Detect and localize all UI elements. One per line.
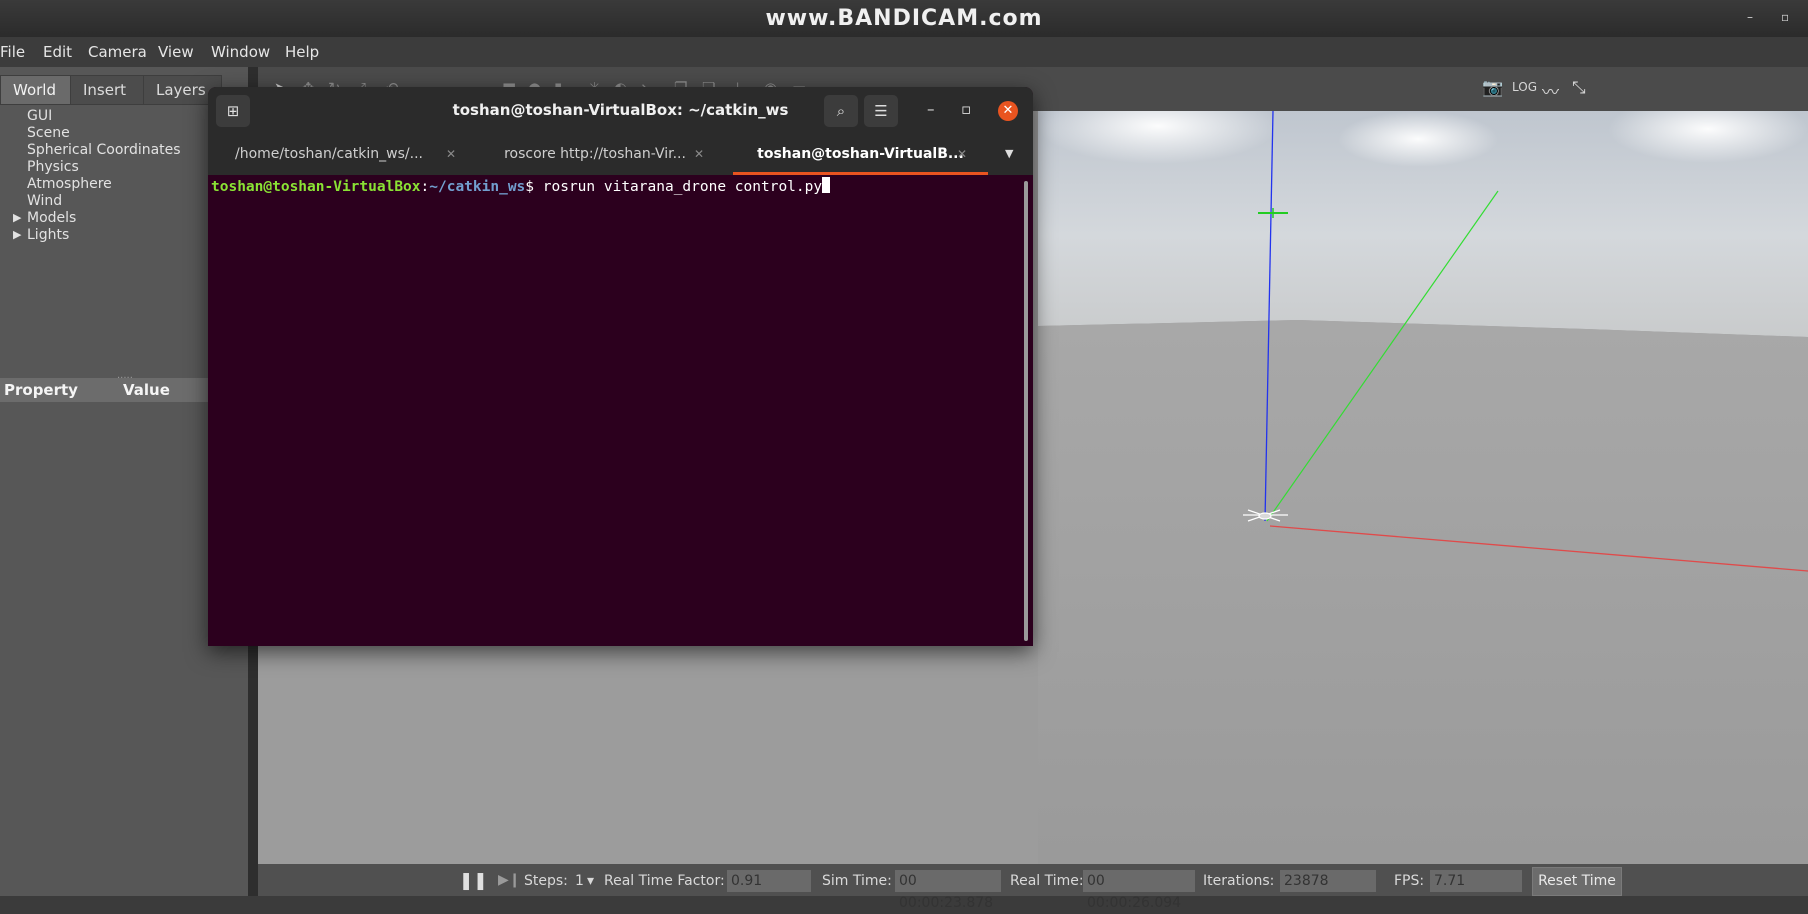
terminal-title: toshan@toshan-VirtualBox: ~/catkin_ws bbox=[452, 101, 789, 119]
terminal-header[interactable]: ⊞ toshan@toshan-VirtualBox: ~/catkin_ws … bbox=[208, 87, 1033, 135]
menu-window[interactable]: Window bbox=[211, 37, 270, 67]
menu-button[interactable]: ☰ bbox=[864, 95, 898, 127]
close-icon: ✕ bbox=[1002, 103, 1014, 118]
maximize-button[interactable]: ▫ bbox=[961, 100, 971, 118]
ground-plane bbox=[1038, 320, 1808, 864]
tab-insert[interactable]: Insert bbox=[70, 75, 149, 105]
tree-item-atmosphere[interactable]: Atmosphere bbox=[27, 176, 112, 192]
terminal-tabs: /home/toshan/catkin_ws/... ✕ roscore htt… bbox=[208, 135, 1033, 175]
iterations-value: 23878 bbox=[1280, 870, 1376, 892]
tab-label: toshan@toshan-VirtualB... bbox=[757, 146, 964, 162]
log-icon[interactable]: LOG bbox=[1512, 80, 1537, 94]
iterations-label: Iterations: bbox=[1203, 873, 1275, 889]
menu-file[interactable]: File bbox=[0, 37, 25, 67]
prompt-line: toshan@toshan-VirtualBox:~/catkin_ws$ ro… bbox=[211, 177, 831, 195]
text-cursor bbox=[822, 177, 831, 193]
pause-button[interactable]: ❚❚ bbox=[459, 871, 488, 891]
bandicam-watermark: www.BANDICAM.com bbox=[765, 6, 1043, 31]
close-icon[interactable]: ✕ bbox=[694, 135, 704, 173]
command-input[interactable]: rosrun vitarana_drone control.py bbox=[543, 179, 822, 195]
search-button[interactable]: ⌕ bbox=[824, 95, 858, 127]
app-titlebar: www.BANDICAM.com – ▫ bbox=[0, 0, 1808, 37]
expand-arrow-icon[interactable]: ▶ bbox=[13, 228, 21, 241]
tab-label: /home/toshan/catkin_ws/... bbox=[235, 146, 423, 162]
menu-view[interactable]: View bbox=[158, 37, 194, 67]
close-button[interactable]: ✕ bbox=[998, 101, 1018, 121]
video-record-icon[interactable]: ⤡ bbox=[1572, 78, 1586, 98]
simulation-status-bar: ❚❚ ▶❙ Steps: 1 ▾ Real Time Factor: 0.91 … bbox=[258, 864, 1808, 911]
sim-time-value: 00 00:00:23.878 bbox=[895, 870, 1001, 911]
real-time-value: 00 00:00:26.094 bbox=[1083, 870, 1195, 911]
terminal-scrollbar[interactable] bbox=[1024, 181, 1028, 641]
chevron-down-icon[interactable]: ▾ bbox=[587, 873, 594, 889]
cloud bbox=[1338, 111, 1498, 167]
plot-icon[interactable]: 〰 bbox=[1542, 78, 1559, 103]
menu-edit[interactable]: Edit bbox=[43, 37, 72, 67]
rtf-label: Real Time Factor: bbox=[604, 873, 725, 889]
hamburger-icon: ☰ bbox=[874, 102, 888, 120]
minimize-button[interactable]: – bbox=[927, 100, 935, 118]
value-column-header: Value bbox=[123, 381, 170, 399]
expand-arrow-icon[interactable]: ▶ bbox=[13, 211, 21, 224]
rtf-value: 0.91 bbox=[727, 870, 811, 892]
prompt-path: ~/catkin_ws bbox=[429, 179, 526, 195]
tree-item-lights[interactable]: Lights bbox=[27, 227, 69, 243]
close-icon[interactable]: ✕ bbox=[957, 135, 967, 173]
tree-item-spherical-coordinates[interactable]: Spherical Coordinates bbox=[27, 142, 181, 158]
prompt-symbol: $ bbox=[525, 179, 543, 195]
step-icon[interactable]: ▶❙ bbox=[498, 872, 521, 888]
steps-label: Steps: bbox=[524, 873, 568, 889]
tree-item-gui[interactable]: GUI bbox=[27, 108, 52, 124]
terminal-tab[interactable]: roscore http://toshan-Vir... ✕ bbox=[474, 135, 716, 175]
reset-time-button[interactable]: Reset Time bbox=[1532, 867, 1622, 896]
close-icon[interactable]: ✕ bbox=[446, 135, 456, 173]
menu-camera[interactable]: Camera bbox=[88, 37, 147, 67]
restore-icon[interactable]: ▫ bbox=[1781, 10, 1789, 24]
fps-label: FPS: bbox=[1394, 873, 1425, 889]
terminal-tab[interactable]: /home/toshan/catkin_ws/... ✕ bbox=[208, 135, 456, 175]
tree-item-physics[interactable]: Physics bbox=[27, 159, 79, 175]
menu-bar: File Edit Camera View Window Help bbox=[0, 37, 1808, 67]
tab-label: roscore http://toshan-Vir... bbox=[504, 146, 686, 162]
minimize-icon[interactable]: – bbox=[1747, 10, 1753, 24]
real-time-label: Real Time: bbox=[1010, 873, 1084, 889]
prompt-separator: : bbox=[420, 179, 430, 195]
steps-value[interactable]: 1 bbox=[575, 873, 584, 889]
terminal-window[interactable]: ⊞ toshan@toshan-VirtualBox: ~/catkin_ws … bbox=[208, 87, 1033, 646]
menu-help[interactable]: Help bbox=[285, 37, 319, 67]
tree-item-scene[interactable]: Scene bbox=[27, 125, 70, 141]
chevron-down-icon[interactable]: ▼ bbox=[1005, 147, 1013, 160]
search-icon: ⌕ bbox=[836, 102, 846, 120]
terminal-tab-active[interactable]: toshan@toshan-VirtualB... ✕ bbox=[733, 135, 988, 175]
screenshot-icon[interactable]: 📷 bbox=[1482, 78, 1503, 98]
sim-time-label: Sim Time: bbox=[822, 873, 892, 889]
tab-world[interactable]: World bbox=[0, 75, 71, 105]
terminal-output[interactable]: toshan@toshan-VirtualBox:~/catkin_ws$ ro… bbox=[208, 175, 1033, 646]
property-column-header: Property bbox=[4, 381, 78, 399]
tree-item-wind[interactable]: Wind bbox=[27, 193, 62, 209]
prompt-user: toshan@toshan-VirtualBox bbox=[211, 179, 421, 195]
tree-item-models[interactable]: Models bbox=[27, 210, 76, 226]
fps-value: 7.71 bbox=[1430, 870, 1522, 892]
